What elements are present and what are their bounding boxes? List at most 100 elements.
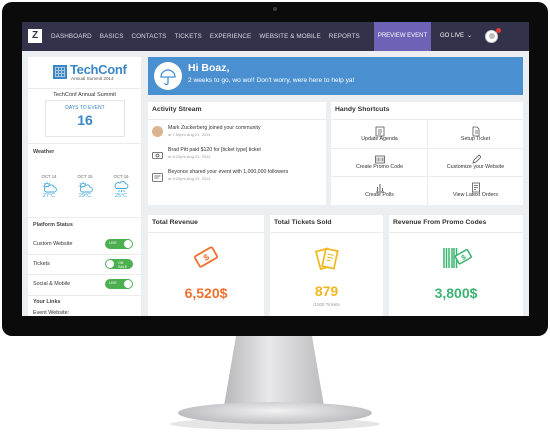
activity-time: at 8:20pm Aug 21, 2014 (168, 154, 211, 159)
orders-icon (471, 180, 481, 193)
brand-subtitle: Annual Summit 2014 (71, 76, 114, 81)
activity-time: at 7:50pm Aug 21, 2014 (168, 132, 211, 137)
weather-day: OCT 14 27°C (34, 174, 64, 199)
activity-stream-heading: Activity Stream (152, 106, 202, 113)
nav-reports[interactable]: REPORTS (329, 33, 360, 40)
platform-row-social: Social & Mobile LIVE (33, 278, 136, 292)
promo-revenue-value: 3,800$ (434, 285, 478, 301)
divider (28, 254, 141, 255)
tickets-total-caption: /1500 Tickets (313, 302, 340, 307)
monitor-stand-neck (224, 336, 324, 406)
social-live-toggle[interactable]: LIVE (105, 279, 133, 289)
weather-heading: Weather (33, 149, 55, 155)
create-polls-shortcut[interactable]: Create Polls (337, 180, 422, 198)
view-latest-orders-shortcut[interactable]: View Latest Orders (433, 180, 518, 198)
preview-event-button[interactable]: PREVIEW EVENT (374, 22, 431, 51)
nav-website-mobile[interactable]: WEBSITE & MOBILE (259, 33, 320, 40)
welcome-banner: Hi Boaz, 2 weeks to go, wo wo!! Don't wo… (148, 57, 523, 95)
divider (389, 232, 523, 233)
promo-revenue-card: Revenue From Promo Codes $ 3,800$ (389, 215, 523, 316)
platform-label: Social & Mobile (33, 281, 71, 287)
ticket-icon (471, 124, 481, 137)
total-revenue-card: Total Revenue $ 6,520$ (148, 215, 264, 316)
promo-code-icon (374, 152, 385, 164)
chevron-down-icon: ⌄ (467, 33, 473, 39)
event-brand: TechConf Annual Summit 2014 (53, 62, 127, 83)
monitor-stand-base (178, 402, 372, 424)
create-promo-code-shortcut[interactable]: Create Promo Code (337, 152, 422, 170)
total-revenue-heading: Total Revenue (152, 219, 198, 226)
barcode-icon: $ (441, 243, 473, 273)
setup-ticket-shortcut[interactable]: Setup Ticket (433, 124, 518, 142)
handy-shortcuts-card: Handy Shortcuts Update Agenda Setup Tick… (331, 102, 523, 205)
nav-dashboard[interactable]: DASHBOARD (51, 33, 92, 40)
shortcut-label: Setup Ticket (460, 136, 491, 142)
top-navbar: Z DASHBOARD BASICS CONTACTS TICKETS EXPE… (22, 22, 529, 51)
platform-status-heading: Platform Status (33, 222, 73, 228)
shortcut-label: Create Promo Code (355, 164, 404, 170)
weather-date: OCT 14 (41, 174, 57, 179)
toggle-text: LIVE (109, 241, 117, 245)
techconf-logo-icon (53, 65, 67, 79)
days-to-event-value: 16 (77, 112, 93, 128)
divider (28, 88, 141, 89)
pencil-icon (471, 152, 482, 164)
go-live-label: GO LIVE (440, 33, 465, 39)
shortcut-label: Customize your Website (446, 164, 505, 170)
toggle-knob (124, 240, 132, 248)
platform-row-tickets: Tickets ON SALE (33, 258, 136, 272)
toggle-text: ON SALE (118, 261, 128, 269)
poll-icon (375, 180, 385, 193)
tickets-on-sale-toggle[interactable]: ON SALE (105, 259, 133, 269)
user-avatar (152, 126, 163, 137)
money-icon (152, 148, 163, 159)
weather-temp: 29°C (78, 193, 92, 199)
welcome-title: Hi Boaz, (188, 62, 230, 74)
platform-label: Tickets (33, 261, 50, 267)
customize-website-shortcut[interactable]: Customize your Website (433, 152, 518, 170)
agenda-icon (375, 124, 385, 137)
divider (28, 217, 141, 218)
platform-label: Custom Website (33, 241, 73, 247)
toggle-knob (124, 280, 132, 288)
activity-text: Brad Pitt paid $120 for [ticket type] ti… (168, 147, 261, 153)
weather-day: OCT 16 25°C (106, 174, 136, 199)
weather-temp: 25°C (114, 193, 128, 199)
sidebar: TechConf Annual Summit 2014 TechConf Ann… (28, 57, 141, 316)
divider (270, 232, 383, 233)
divider (331, 176, 523, 177)
sun-cloud-icon (77, 181, 93, 193)
handy-shortcuts-heading: Handy Shortcuts (335, 106, 390, 113)
divider (331, 148, 523, 149)
toggle-knob (106, 260, 114, 268)
promo-revenue-heading: Revenue From Promo Codes (393, 219, 487, 226)
tickets-icon (312, 243, 342, 273)
total-revenue-value: 6,520$ (184, 285, 228, 301)
nav-menu: DASHBOARD BASICS CONTACTS TICKETS EXPERI… (47, 22, 364, 51)
divider (148, 232, 264, 233)
money-tag-icon: $ (192, 243, 220, 271)
activity-text: Beyonce shared your event with 1,000,000… (168, 169, 289, 175)
weather-temp: 27°C (42, 193, 56, 199)
shortcut-label: View Latest Orders (453, 192, 498, 198)
nav-basics[interactable]: BASICS (100, 33, 124, 40)
notification-badge (496, 28, 501, 33)
nav-experience[interactable]: EXPERIENCE (210, 33, 252, 40)
divider (148, 119, 326, 120)
toggle-text: LIVE (109, 281, 117, 285)
activity-text: Mark Zuckerberg joined your community (168, 125, 261, 131)
app-logo[interactable]: Z (28, 29, 42, 43)
nav-tickets[interactable]: TICKETS (174, 33, 201, 40)
camera-dot (273, 7, 277, 11)
weather-day: OCT 15 29°C (70, 174, 100, 199)
nav-contacts[interactable]: CONTACTS (132, 33, 167, 40)
activity-stream-card: Activity Stream Mark Zuckerberg joined y… (148, 102, 326, 205)
days-to-event-label: DAYS TO EVENT (65, 105, 105, 111)
divider (427, 120, 428, 205)
go-live-dropdown[interactable]: GO LIVE ⌄ (440, 22, 472, 51)
platform-row-website: Custom Website LIVE (33, 238, 136, 252)
website-live-toggle[interactable]: LIVE (105, 239, 133, 249)
shortcut-label: Create Polls (365, 192, 394, 198)
update-agenda-shortcut[interactable]: Update Agenda (337, 124, 422, 142)
divider (28, 295, 141, 296)
